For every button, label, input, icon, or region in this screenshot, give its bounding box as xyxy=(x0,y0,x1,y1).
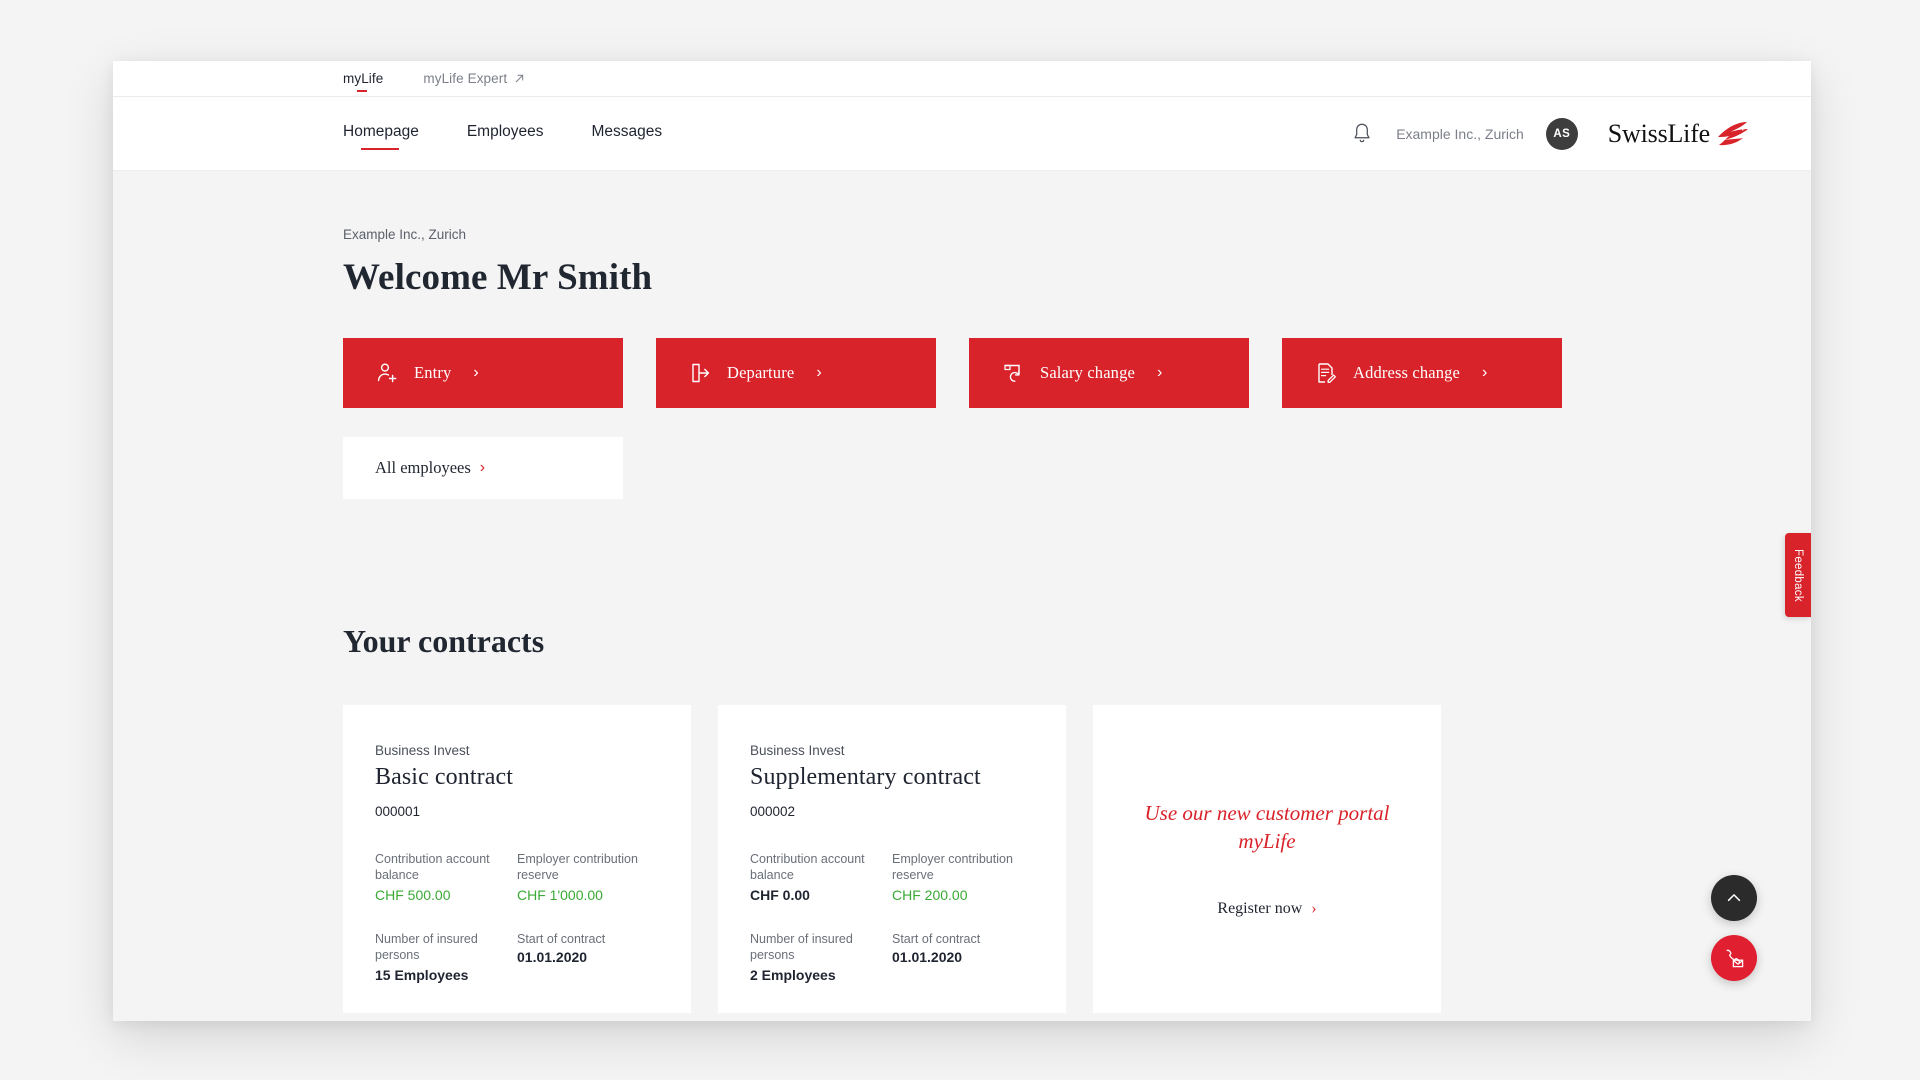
nav-item-messages[interactable]: Messages xyxy=(592,123,663,144)
contract-card-supplementary[interactable]: Business Invest Supplementary contract 0… xyxy=(718,705,1066,1013)
metric-value: CHF 500.00 xyxy=(375,887,451,903)
promo-register-link[interactable]: Register now › xyxy=(1217,900,1316,918)
chevron-up-icon xyxy=(1727,894,1741,902)
header-right-cluster: Example Inc., Zurich AS SwissLife xyxy=(1350,117,1749,150)
action-tile-all-employees-chevron: › xyxy=(479,459,486,476)
nav-item-employees[interactable]: Employees xyxy=(467,123,544,144)
action-tile-salary-change-label: Salary change xyxy=(1040,363,1135,382)
action-tile-departure[interactable]: Departure › xyxy=(656,338,936,408)
utility-link-mylife[interactable]: myLife xyxy=(343,71,384,92)
contact-button[interactable] xyxy=(1711,935,1757,981)
contract-card-supplementary-metrics-row-1: Contribution account balance CHF 0.00 Em… xyxy=(750,851,1034,903)
brand-logo[interactable]: SwissLife xyxy=(1608,119,1749,149)
scroll-to-top-button[interactable] xyxy=(1711,875,1757,921)
utility-link-mylife-expert-label: myLife Expert xyxy=(423,71,508,86)
metric-label: Start of contract xyxy=(517,932,606,946)
action-tile-all-employees-label: All employees xyxy=(375,458,471,477)
main-header: Homepage Employees Messages Example Inc.… xyxy=(113,97,1811,171)
page-frame: myLife myLife Expert Homepage Employees … xyxy=(113,61,1811,1021)
metric-employer-contribution-reserve: Employer contribution reserve CHF 200.00 xyxy=(892,851,1034,903)
metric-value: CHF 1'000.00 xyxy=(517,887,603,903)
action-tile-salary-change[interactable]: Salary change › xyxy=(969,338,1249,408)
action-tile-salary-change-chevron: › xyxy=(1156,364,1163,381)
metric-start-of-contract: Start of contract 01.01.2020 xyxy=(892,931,1034,983)
utility-bar: myLife myLife Expert xyxy=(113,61,1811,97)
page-title: Welcome Mr Smith xyxy=(343,257,653,298)
action-tile-address-change-label: Address change xyxy=(1353,363,1461,382)
metric-label: Contribution account balance xyxy=(375,852,490,882)
action-tile-entry-label: Entry xyxy=(414,363,452,382)
breadcrumb-organisation: Example Inc., Zurich xyxy=(343,227,467,242)
metric-value: 01.01.2020 xyxy=(892,949,963,965)
contract-card-supplementary-kicker: Business Invest xyxy=(750,743,845,758)
action-tile-departure-label: Departure xyxy=(727,363,795,382)
action-tile-entry-chevron: › xyxy=(473,364,479,381)
metric-value: 15 Employees xyxy=(375,967,469,983)
utility-link-mylife-expert[interactable]: myLife Expert xyxy=(423,71,525,86)
metric-value: 01.01.2020 xyxy=(517,949,588,965)
metric-label: Number of insured persons xyxy=(375,932,478,962)
contract-card-basic-number: 000001 xyxy=(375,804,421,819)
nav-item-employees-label: Employees xyxy=(466,123,544,140)
nav-item-messages-label: Messages xyxy=(591,123,663,140)
metric-start-of-contract: Start of contract 01.01.2020 xyxy=(517,931,659,983)
person-add-icon xyxy=(377,363,397,383)
action-tile-address-change[interactable]: Address change › xyxy=(1282,338,1562,408)
contract-card-basic-kicker: Business Invest xyxy=(375,743,470,758)
contracts-heading: Your contracts xyxy=(343,623,545,659)
salary-refresh-icon xyxy=(1004,364,1020,382)
arrow-up-right-icon xyxy=(516,74,524,83)
contract-cards: Business Invest Basic contract 000001 Co… xyxy=(343,705,1811,1013)
promo-register-chevron: › xyxy=(1311,899,1317,917)
page-content: Example Inc., Zurich Welcome Mr Smith En… xyxy=(113,171,1811,1021)
phone-mail-icon xyxy=(1726,949,1744,968)
document-edit-icon xyxy=(1318,363,1336,383)
utility-link-mylife-label: myLife xyxy=(343,71,384,86)
exit-door-icon xyxy=(692,363,710,383)
contract-card-basic-metrics-row-2: Number of insured persons 15 Employees S… xyxy=(375,931,659,983)
contract-card-supplementary-number: 000002 xyxy=(750,804,796,819)
metric-label: Employer contribution reserve xyxy=(892,852,1013,882)
metric-label: Employer contribution reserve xyxy=(517,852,638,882)
promo-register-label: Register now xyxy=(1217,899,1303,917)
feedback-tab-label: Feedback xyxy=(1792,548,1804,602)
metric-number-of-insured-persons: Number of insured persons 2 Employees xyxy=(750,931,892,983)
promo-text-line1: Use our new customer portal xyxy=(1144,801,1390,826)
metric-value: 2 Employees xyxy=(750,967,836,983)
header-organisation: Example Inc., Zurich xyxy=(1396,125,1524,142)
main-navigation: Homepage Employees Messages xyxy=(343,123,663,150)
action-tile-departure-chevron: › xyxy=(816,364,822,381)
metric-number-of-insured-persons: Number of insured persons 15 Employees xyxy=(375,931,517,983)
metric-value: CHF 0.00 xyxy=(750,887,810,903)
quick-action-tiles: Entry › Departure › Salary change › Addr… xyxy=(343,338,1811,408)
metric-label: Number of insured persons xyxy=(750,932,853,962)
action-tile-all-employees[interactable]: All employees › xyxy=(343,437,623,499)
metric-label: Contribution account balance xyxy=(750,852,865,882)
nav-item-homepage[interactable]: Homepage xyxy=(343,123,419,150)
metric-employer-contribution-reserve: Employer contribution reserve CHF 1'000.… xyxy=(517,851,659,903)
promo-text-line2: myLife xyxy=(1238,829,1296,853)
contract-card-basic-metrics-row-1: Contribution account balance CHF 500.00 … xyxy=(375,851,659,903)
screen: myLife myLife Expert Homepage Employees … xyxy=(0,0,1920,1080)
feedback-tab[interactable]: Feedback xyxy=(1785,533,1811,617)
contract-card-supplementary-metrics-row-2: Number of insured persons 2 Employees St… xyxy=(750,931,1034,983)
metric-value: CHF 200.00 xyxy=(892,887,968,903)
contract-card-basic-title: Basic contract xyxy=(375,764,514,790)
metric-contribution-account-balance: Contribution account balance CHF 0.00 xyxy=(750,851,892,903)
metric-label: Start of contract xyxy=(892,932,981,946)
action-tile-entry[interactable]: Entry › xyxy=(343,338,623,408)
metric-contribution-account-balance: Contribution account balance CHF 500.00 xyxy=(375,851,517,903)
avatar[interactable]: AS xyxy=(1545,117,1578,150)
promo-card-mylife[interactable]: Use our new customer portal myLife Regis… xyxy=(1093,705,1441,1013)
promo-text: Use our new customer portal myLife xyxy=(1145,800,1390,855)
contract-card-basic[interactable]: Business Invest Basic contract 000001 Co… xyxy=(343,705,691,1013)
brand-wordmark: SwissLife xyxy=(1607,118,1710,148)
nav-item-homepage-label: Homepage xyxy=(343,123,419,140)
action-tile-address-change-chevron: › xyxy=(1482,364,1488,381)
contract-card-supplementary-title: Supplementary contract xyxy=(750,764,981,790)
bell-icon[interactable] xyxy=(1350,121,1374,147)
swisslife-bird-logo-icon xyxy=(1718,121,1748,145)
